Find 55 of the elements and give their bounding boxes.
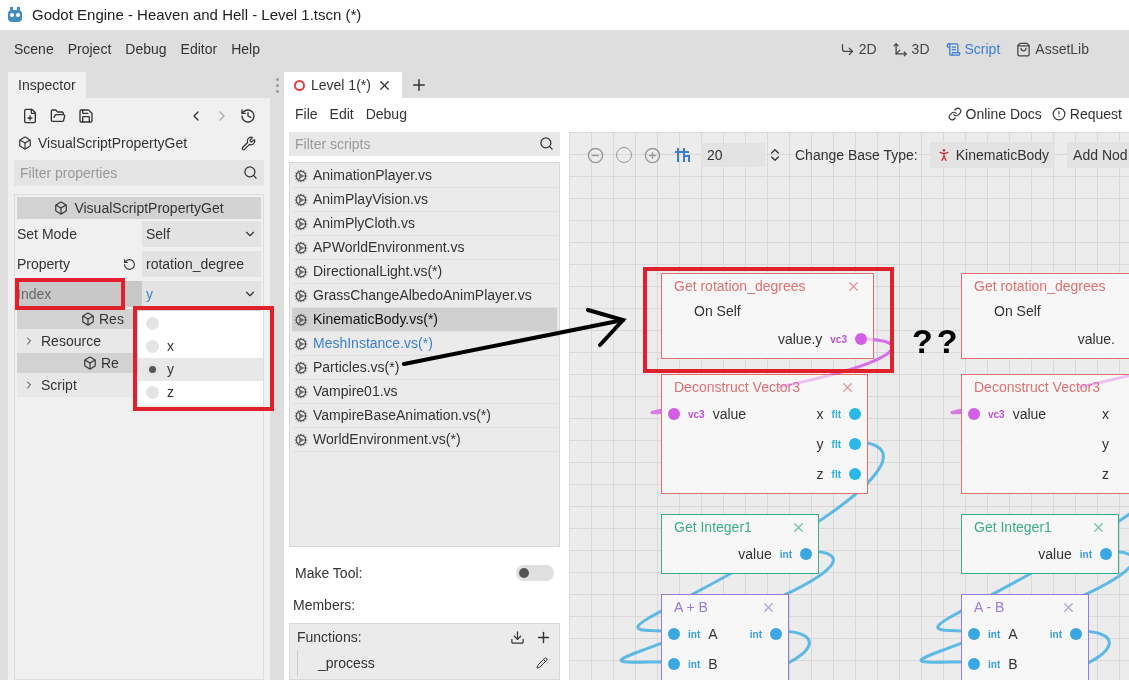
port-type-label: int [988,627,1001,642]
port-label: B [1008,654,1018,674]
object-name: VisualScriptPropertyGet [38,133,188,153]
section-title: Re [101,353,119,373]
window-title: Godot Engine - Heaven and Hell - Level 1.tscn (*) [32,4,362,25]
group-label: Script [41,375,77,395]
port-type-label: vc3 [830,332,847,347]
port-label: z [1102,464,1109,484]
port-label: value. [1077,329,1115,349]
node-subtitle: On Self [994,301,1041,321]
property-label: Property [17,254,71,274]
node-subtitle: On Self [694,301,741,321]
node-title: A - B [974,597,1005,617]
port-label: x [1102,404,1109,424]
port-type-label: flt [831,407,841,422]
make-tool-label: Make Tool: [295,563,363,583]
port-label: y [1102,434,1109,454]
group-label: Resource [41,331,101,351]
node-title: Deconstruct Vector3 [974,377,1101,397]
port-label: x [816,404,824,424]
port-type-label: int [779,547,792,562]
question-mark: ? [912,324,933,358]
port-type-label: vc3 [688,407,705,422]
port-type-label: int [1079,547,1092,562]
node-title: Get Integer1 [974,517,1052,537]
port-label: value.y [777,329,823,349]
port-label: value [1038,544,1072,564]
section-title: VisualScriptPropertyGet [74,198,224,218]
port-type-label: vc3 [988,407,1005,422]
node-title: Get Integer1 [674,517,752,537]
node-title: A + B [674,597,708,617]
node-title: Get rotation_degrees [674,276,806,296]
base-type-label: Change Base Type: [795,145,918,165]
port-label: A [1008,624,1018,644]
port-type-label: int [688,627,701,642]
port-label: value [712,404,747,424]
port-label: A [708,624,718,644]
port-label: y [816,434,824,454]
port-label: B [708,654,718,674]
node-title: Deconstruct Vector3 [674,377,801,397]
port-label: value [738,544,772,564]
section-title: Res [99,309,124,329]
port-type-label: int [1049,627,1062,642]
functions-label: Functions: [297,627,362,647]
node-title: Get rotation_degrees [974,276,1106,296]
port-type-label: int [688,657,701,672]
port-label: z [816,464,824,484]
port-type-label: int [749,627,762,642]
port-type-label: flt [831,437,841,452]
question-mark: ? [936,324,958,358]
members-label: Members: [292,595,357,615]
port-label: value [1012,404,1047,424]
property-label: Set Mode [17,224,78,244]
port-type-label: flt [831,467,841,482]
port-type-label: int [988,657,1001,672]
